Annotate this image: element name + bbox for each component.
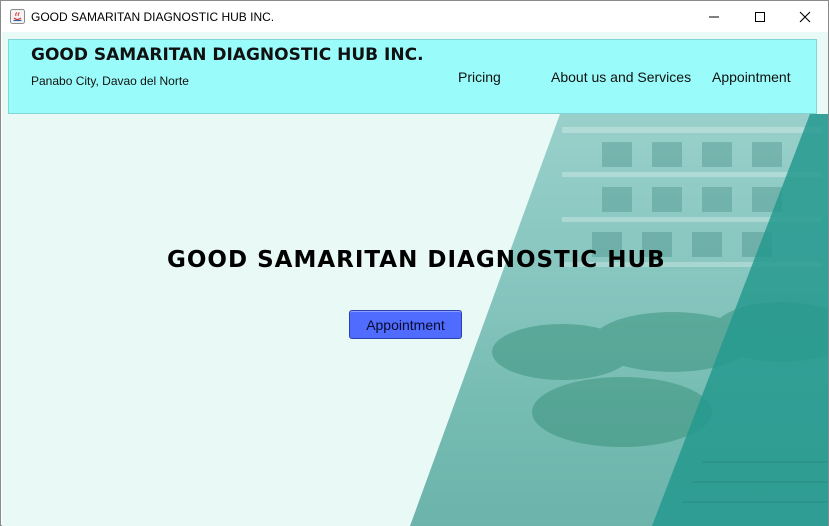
maximize-button[interactable] [737, 1, 783, 32]
window-title: GOOD SAMARITAN DIAGNOSTIC HUB INC. [31, 10, 275, 24]
brand-name: GOOD SAMARITAN DIAGNOSTIC HUB INC. [31, 45, 424, 65]
minimize-icon [709, 16, 719, 17]
nav-pricing[interactable]: Pricing [458, 69, 501, 85]
nav-appointment[interactable]: Appointment [712, 69, 791, 85]
minimize-button[interactable] [691, 1, 737, 32]
application-window: GOOD SAMARITAN DIAGNOSTIC HUB INC. GOOD … [0, 0, 829, 526]
title-bar[interactable]: GOOD SAMARITAN DIAGNOSTIC HUB INC. [1, 1, 828, 32]
top-header: GOOD SAMARITAN DIAGNOSTIC HUB INC. Panab… [8, 39, 817, 114]
hero-title: GOOD SAMARITAN DIAGNOSTIC HUB [167, 247, 666, 273]
nav-about-services[interactable]: About us and Services [551, 69, 691, 85]
client-area: GOOD SAMARITAN DIAGNOSTIC HUB INC. Panab… [2, 32, 828, 526]
appointment-button[interactable]: Appointment [349, 310, 462, 339]
brand-location: Panabo City, Davao del Norte [31, 74, 189, 88]
close-button[interactable] [782, 1, 828, 32]
close-icon [799, 11, 811, 22]
java-app-icon [10, 9, 25, 24]
maximize-icon [755, 11, 765, 22]
